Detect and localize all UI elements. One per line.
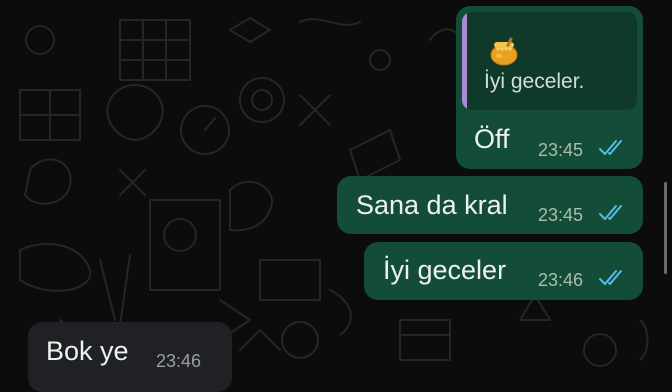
- message-time: 23:45: [538, 205, 584, 225]
- read-receipt-icon: [599, 205, 622, 220]
- message-time: 23:46: [538, 270, 584, 290]
- message-bubble-outgoing[interactable]: İyi geceler. Öff 23:45: [456, 6, 643, 169]
- message-time: 23:46: [156, 351, 202, 371]
- quoted-message-text: İyi geceler.: [484, 70, 585, 93]
- quote-accent-bar: [462, 12, 467, 110]
- message-text: Sana da kral: [356, 190, 508, 220]
- read-receipt-icon: [599, 270, 622, 285]
- message-bubble-outgoing[interactable]: Sana da kral 23:45: [337, 176, 643, 234]
- chat-scrollbar[interactable]: [664, 182, 667, 274]
- message-bubble-incoming[interactable]: Bok ye 23:46: [28, 322, 232, 392]
- message-text: Öff: [474, 124, 510, 154]
- message-time: 23:45: [538, 140, 584, 160]
- message-text: İyi geceler: [383, 255, 507, 285]
- message-bubble-outgoing[interactable]: İyi geceler 23:46: [364, 242, 643, 300]
- quoted-message[interactable]: İyi geceler.: [462, 12, 637, 110]
- message-text: Bok ye: [46, 336, 129, 366]
- read-receipt-icon: [599, 140, 622, 155]
- honey-pot-icon: [490, 37, 518, 66]
